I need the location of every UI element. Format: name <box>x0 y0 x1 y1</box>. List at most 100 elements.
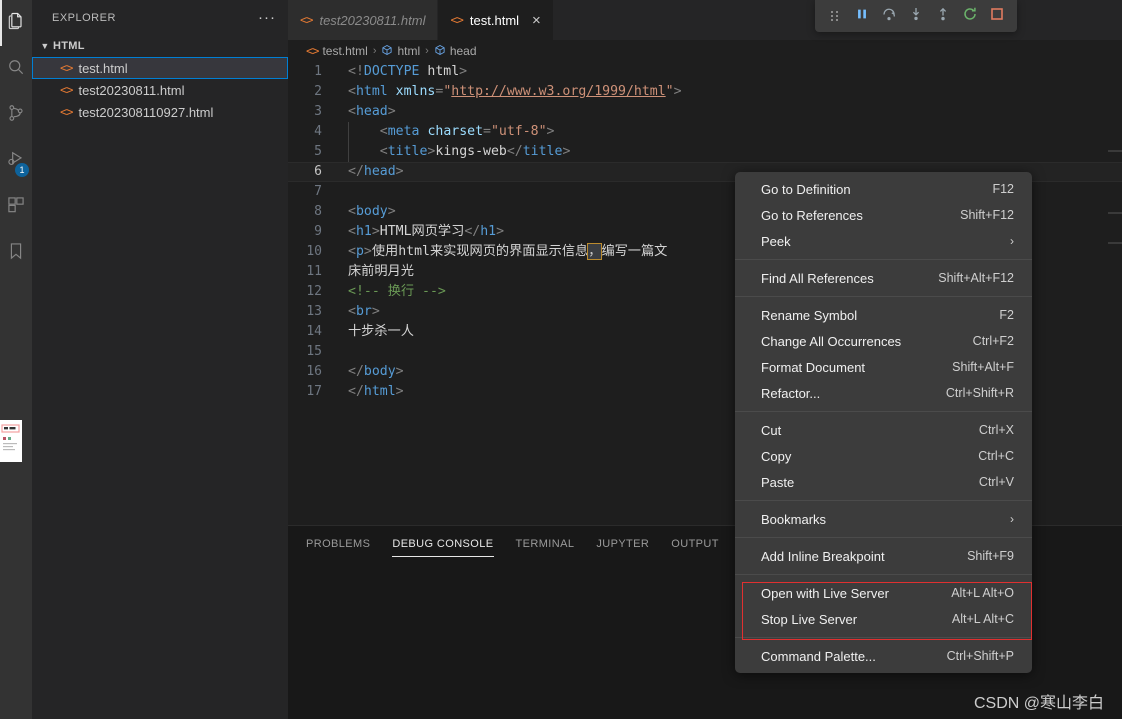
restart-button[interactable] <box>958 4 982 28</box>
close-icon[interactable]: × <box>532 13 541 28</box>
menu-item-label: Open with Live Server <box>761 585 889 601</box>
step-into-icon <box>908 6 924 27</box>
file-item-label: test20230811.html <box>78 82 185 98</box>
panel-tab-label: OUTPUT <box>671 537 719 550</box>
symbol-field-icon <box>434 44 446 59</box>
line-number: 2 <box>314 84 322 99</box>
symbol-field-icon <box>381 44 393 59</box>
menu-item-copy[interactable]: Copy Ctrl+C <box>735 443 1032 469</box>
menu-separator <box>735 296 1032 297</box>
menu-item-label: Command Palette... <box>761 648 876 664</box>
restart-icon <box>962 6 978 27</box>
tab-test-html[interactable]: <> test.html × <box>438 0 554 40</box>
panel-tab-label: DEBUG CONSOLE <box>392 537 494 550</box>
folder-section-html[interactable]: ▼ HTML <box>32 35 288 57</box>
menu-item-shortcut: Shift+Alt+F <box>952 360 1014 374</box>
html-file-icon: <> <box>60 83 73 97</box>
html-file-icon: <> <box>306 44 319 58</box>
breadcrumb-item-file[interactable]: <> test.html <box>306 44 368 58</box>
line-number: 10 <box>306 244 322 259</box>
line-number: 16 <box>306 364 322 379</box>
sidebar-more-actions-icon[interactable]: ··· <box>258 10 276 25</box>
activity-item-source-control[interactable] <box>0 92 32 138</box>
line-content: <!DOCTYPE html> <box>348 64 468 79</box>
activity-item-extensions[interactable] <box>0 184 32 230</box>
panel-tab-terminal[interactable]: TERMINAL <box>516 526 575 561</box>
code-line: 5 <title>kings-web</title> <box>288 142 1122 162</box>
editor-tabs: <> test20230811.html <> test.html × <box>288 0 1122 40</box>
stop-button[interactable] <box>985 4 1009 28</box>
line-content: 床前明月光 <box>348 264 414 279</box>
menu-item-find-all-references[interactable]: Find All References Shift+Alt+F12 <box>735 265 1032 291</box>
menu-item-bookmarks[interactable]: Bookmarks › <box>735 506 1032 532</box>
menu-item-change-all-occurrences[interactable]: Change All Occurrences Ctrl+F2 <box>735 328 1032 354</box>
activity-item-search[interactable] <box>0 46 32 92</box>
file-item-test202308110927-html[interactable]: <> test202308110927.html <box>32 101 288 123</box>
watermark: CSDN @寒山李白 <box>973 695 1104 712</box>
menu-item-go-to-references[interactable]: Go to References Shift+F12 <box>735 202 1032 228</box>
tab-test20230811-html[interactable]: <> test20230811.html <box>288 0 439 40</box>
file-item-test-html[interactable]: <> test.html <box>32 57 288 79</box>
line-content: <head> <box>348 104 396 119</box>
menu-item-shortcut: F2 <box>999 308 1014 322</box>
panel-tab-label: TERMINAL <box>515 537 575 550</box>
menu-item-shortcut: Ctrl+X <box>978 423 1014 437</box>
line-number: 11 <box>306 264 322 279</box>
step-out-button[interactable] <box>931 4 955 28</box>
account-thumbnail[interactable] <box>0 420 22 462</box>
line-content: </body> <box>348 364 404 379</box>
panel-tab-problems[interactable]: PROBLEMS <box>306 526 370 561</box>
menu-item-go-to-definition[interactable]: Go to Definition F12 <box>735 176 1032 202</box>
line-number: 1 <box>314 64 322 79</box>
bookmark-icon <box>6 241 26 266</box>
breadcrumb-item-html[interactable]: html <box>381 44 420 59</box>
menu-item-shortcut: Alt+L Alt+O <box>951 586 1014 600</box>
line-content: </head> <box>348 164 404 179</box>
step-over-button[interactable] <box>877 4 901 28</box>
line-number: 3 <box>314 104 322 119</box>
menu-item-stop-live-server[interactable]: Stop Live Server Alt+L Alt+C <box>735 606 1032 632</box>
panel-tab-output[interactable]: OUTPUT <box>671 526 719 561</box>
menu-item-cut[interactable]: Cut Ctrl+X <box>735 417 1032 443</box>
menu-item-peek[interactable]: Peek › <box>735 228 1032 254</box>
chevron-down-icon: ▼ <box>40 41 50 51</box>
activity-item-bookmarks[interactable] <box>0 230 32 276</box>
menu-item-rename-symbol[interactable]: Rename Symbol F2 <box>735 302 1032 328</box>
folder-section-label: HTML <box>53 40 85 52</box>
activity-item-run-and-debug[interactable]: 1 <box>0 138 32 184</box>
drag-handle[interactable] <box>823 4 847 28</box>
menu-item-open-with-live-server[interactable]: Open with Live Server Alt+L Alt+O <box>735 580 1032 606</box>
menu-item-label: Find All References <box>761 270 874 286</box>
menu-item-command-palette[interactable]: Command Palette... Ctrl+Shift+P <box>735 643 1032 669</box>
breadcrumb-separator-icon: › <box>372 45 377 57</box>
menu-item-label: Go to Definition <box>761 181 851 197</box>
line-number: 5 <box>314 144 322 159</box>
menu-item-label: Add Inline Breakpoint <box>761 548 885 564</box>
editor-scrollbar[interactable] <box>1108 62 1122 525</box>
breadcrumb-item-head[interactable]: head <box>434 44 477 59</box>
panel-tab-jupyter[interactable]: JUPYTER <box>596 526 649 561</box>
step-out-icon <box>935 6 951 27</box>
menu-item-label: Format Document <box>761 359 866 375</box>
pause-icon <box>855 7 869 26</box>
menu-item-shortcut: Shift+F12 <box>960 208 1014 222</box>
source-control-icon <box>6 103 26 128</box>
line-content: </html> <box>348 384 404 399</box>
menu-separator <box>735 637 1032 638</box>
html-file-icon: <> <box>60 61 73 75</box>
menu-item-refactor[interactable]: Refactor... Ctrl+Shift+R <box>735 380 1032 406</box>
code-line: 3 <head> <box>288 102 1122 122</box>
menu-item-format-document[interactable]: Format Document Shift+Alt+F <box>735 354 1032 380</box>
menu-item-shortcut: Ctrl+Shift+P <box>946 649 1014 663</box>
menu-item-label: Paste <box>761 474 795 490</box>
panel-tab-debug-console[interactable]: DEBUG CONSOLE <box>392 526 494 561</box>
line-number: 8 <box>314 204 322 219</box>
line-number: 9 <box>314 224 322 239</box>
menu-item-paste[interactable]: Paste Ctrl+V <box>735 469 1032 495</box>
pause-button[interactable] <box>850 4 874 28</box>
activity-item-explorer[interactable] <box>0 0 32 46</box>
menu-item-add-inline-breakpoint[interactable]: Add Inline Breakpoint Shift+F9 <box>735 543 1032 569</box>
step-into-button[interactable] <box>904 4 928 28</box>
file-item-test20230811-html[interactable]: <> test20230811.html <box>32 79 288 101</box>
chevron-right-icon: › <box>1010 234 1014 248</box>
